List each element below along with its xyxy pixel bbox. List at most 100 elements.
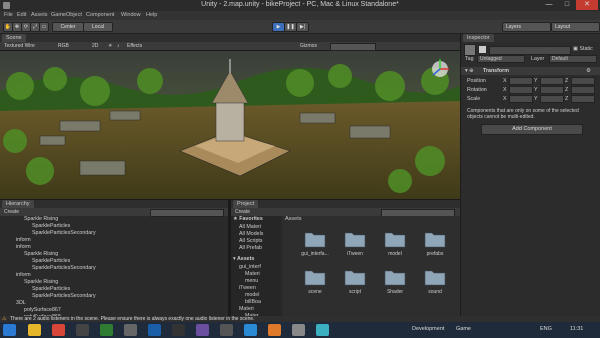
transform-z-input[interactable] (571, 77, 595, 85)
minimize-button[interactable]: — (540, 0, 558, 10)
folder-icon[interactable] (384, 268, 406, 286)
shading-mode-dropdown[interactable]: Textured Wire (4, 42, 35, 50)
project-tree-item[interactable]: menu (245, 278, 258, 285)
app-icon-9[interactable] (292, 324, 305, 336)
folder-icon[interactable] (424, 268, 446, 286)
project-tree-item[interactable]: iTween (239, 285, 256, 292)
app-icon-10[interactable] (316, 324, 329, 336)
hierarchy-row[interactable]: Sparkle Rising (0, 251, 228, 258)
app-icon-1[interactable] (76, 324, 89, 336)
favorite-item[interactable]: All Scripts (239, 238, 263, 245)
folder-icon[interactable] (304, 230, 326, 248)
hierarchy-create-dropdown[interactable]: Create (4, 208, 19, 216)
menu-edit[interactable]: Edit (17, 12, 26, 18)
favorite-item[interactable]: All Models (239, 231, 263, 238)
transform-x-input[interactable] (509, 95, 533, 103)
hierarchy-row[interactable]: Sparkle Rising (0, 279, 228, 286)
close-button[interactable]: ✕ (576, 0, 598, 10)
light-toggle-icon[interactable]: ☀ (108, 42, 112, 50)
layers-dropdown[interactable]: Layers (502, 22, 551, 32)
folder-icon[interactable] (304, 268, 326, 286)
folder-icon[interactable] (424, 230, 446, 248)
favorite-item[interactable]: All Prefab (239, 245, 262, 252)
menu-gameobject[interactable]: GameObject (51, 12, 82, 18)
project-tree-item[interactable]: Materi (245, 271, 260, 278)
app-icon-3[interactable] (124, 324, 137, 336)
folder-icon[interactable] (344, 268, 366, 286)
app-icon-7[interactable] (244, 324, 257, 336)
transform-y-input[interactable] (540, 86, 564, 94)
transform-y-input[interactable] (540, 95, 564, 103)
tab-project[interactable]: Project (233, 200, 259, 208)
app-icon-2[interactable] (100, 324, 113, 336)
assets-tree-header[interactable]: ▾ Assets (233, 256, 254, 263)
favorites-header[interactable]: ★ Favorites (233, 216, 263, 223)
step-button[interactable]: ▶| (296, 22, 309, 32)
transform-x-input[interactable] (509, 77, 533, 85)
language-indicator[interactable]: ENG (540, 326, 552, 332)
static-checkbox[interactable]: ▣ Static (573, 46, 593, 52)
transform-x-input[interactable] (509, 86, 533, 94)
tab-hierarchy[interactable]: Hierarchy (2, 200, 34, 208)
transform-z-input[interactable] (571, 95, 595, 103)
development-label[interactable]: Development (412, 326, 444, 332)
transform-header[interactable]: ▾ ⊕ Transform ⚙ (461, 67, 600, 75)
menu-component[interactable]: Component (86, 12, 114, 18)
hierarchy-row[interactable]: inform (0, 244, 228, 251)
clock[interactable]: 11:31 (570, 326, 583, 332)
rect-tool-button[interactable]: ▭ (39, 22, 49, 32)
pivot-center-button[interactable]: Center (52, 22, 84, 32)
start-button-icon[interactable] (3, 324, 16, 336)
app-icon-8[interactable] (268, 324, 281, 336)
favorite-item[interactable]: All Materi (239, 224, 261, 231)
project-create-dropdown[interactable]: Create (235, 208, 250, 216)
scene-search-input[interactable] (330, 43, 376, 51)
explorer-icon[interactable] (28, 324, 41, 336)
space-local-button[interactable]: Local (83, 22, 113, 32)
menu-assets[interactable]: Assets (31, 12, 48, 18)
tab-inspector[interactable]: Inspector (463, 34, 494, 42)
menu-file[interactable]: File (4, 12, 13, 18)
folder-icon[interactable] (344, 230, 366, 248)
folder-icon[interactable] (384, 230, 406, 248)
chrome-icon[interactable] (52, 324, 65, 336)
hierarchy-row[interactable]: SparkleParticles (0, 223, 228, 230)
project-tree-item[interactable]: model (245, 292, 259, 299)
project-tree-item[interactable]: Materi (239, 306, 254, 313)
app-icon-6[interactable] (220, 324, 233, 336)
hierarchy-row[interactable]: SparkleParticlesSecondary (0, 230, 228, 237)
game-label[interactable]: Game (456, 326, 471, 332)
tag-dropdown[interactable]: Untagged (477, 55, 525, 63)
maximize-button[interactable]: □ (558, 0, 576, 10)
app-icon-5[interactable] (196, 324, 209, 336)
transform-y-input[interactable] (540, 77, 564, 85)
hierarchy-row[interactable]: 3DL (0, 300, 228, 307)
layout-dropdown[interactable]: Layout (551, 22, 600, 32)
hierarchy-row[interactable]: SparkleParticlesSecondary (0, 265, 228, 272)
hierarchy-row[interactable]: Sparkle Rising (0, 216, 228, 223)
gizmos-dropdown[interactable]: Gizmos (300, 42, 317, 50)
unity-taskbar-icon[interactable] (172, 324, 185, 336)
active-checkbox[interactable] (479, 46, 486, 53)
effects-dropdown[interactable]: Effects (127, 42, 142, 50)
hierarchy-row[interactable]: polySurface867 (0, 307, 228, 314)
hierarchy-row[interactable]: SparkleParticles (0, 258, 228, 265)
2d-toggle[interactable]: 2D (92, 42, 98, 50)
add-component-button[interactable]: Add Component (481, 124, 583, 135)
layer-dropdown[interactable]: Default (549, 55, 597, 63)
tab-scene[interactable]: Scene (2, 34, 26, 42)
transform-settings-icon[interactable]: ⚙ (586, 68, 591, 74)
rgb-dropdown[interactable]: RGB (58, 42, 69, 50)
project-tree-item[interactable]: gui_interf (239, 264, 261, 271)
scene-viewport[interactable] (0, 51, 460, 199)
gameobject-name-input[interactable] (489, 46, 571, 55)
transform-z-input[interactable] (571, 86, 595, 94)
audio-toggle-icon[interactable]: ♪ (117, 42, 120, 50)
hierarchy-row[interactable]: inform (0, 272, 228, 279)
menu-help[interactable]: Help (146, 12, 157, 18)
project-tree-item[interactable]: billBoa (245, 299, 261, 306)
hierarchy-row[interactable]: inform (0, 237, 228, 244)
app-icon-4[interactable] (148, 324, 161, 336)
hierarchy-row[interactable]: SparkleParticles (0, 286, 228, 293)
hierarchy-row[interactable]: SparkleParticlesSecondary (0, 293, 228, 300)
